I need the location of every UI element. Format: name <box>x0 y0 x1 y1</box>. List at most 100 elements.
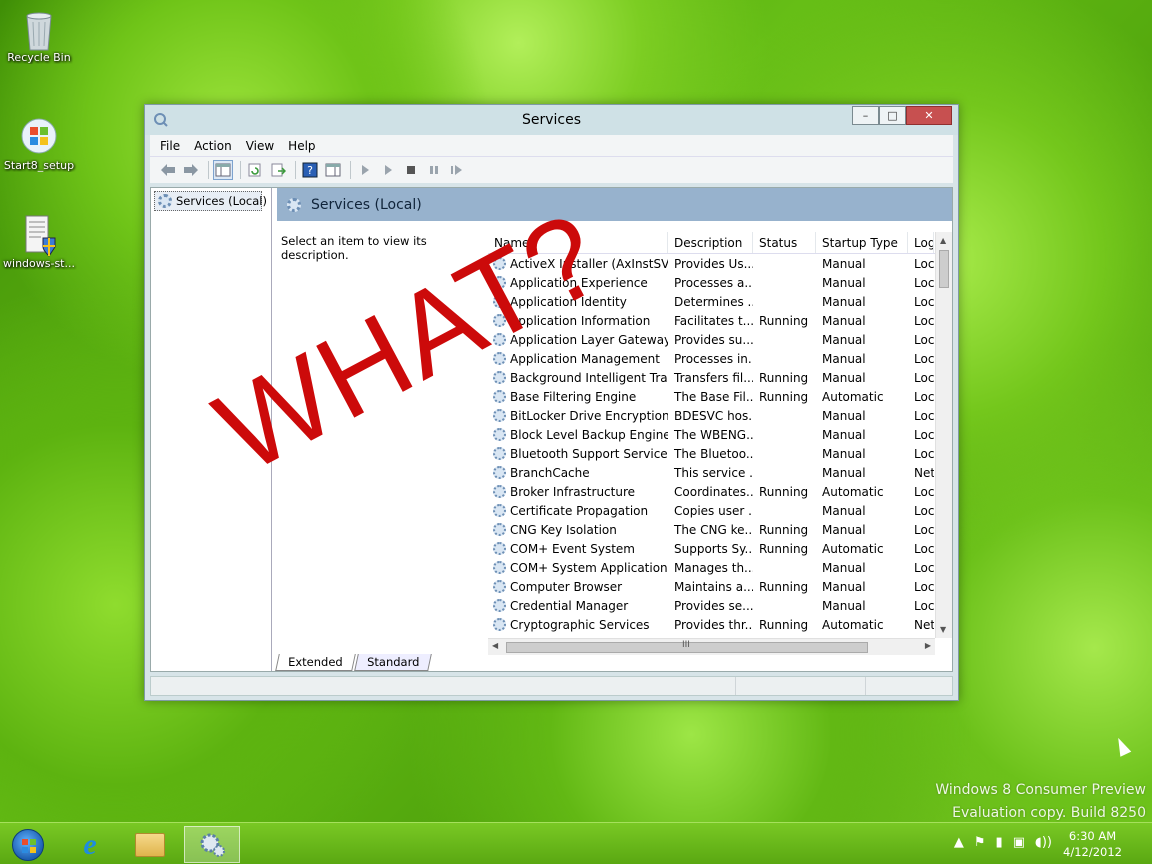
start-service-icon[interactable] <box>355 160 375 180</box>
menu-action[interactable]: Action <box>194 139 232 153</box>
title-bar[interactable]: Services – □ ✕ <box>145 105 958 135</box>
desktop-icon-recycle-bin[interactable]: Recycle Bin <box>1 8 77 64</box>
pause-service-icon[interactable] <box>424 160 444 180</box>
table-row[interactable]: Credential Manager Provides se... Manual Lo… <box>488 596 952 615</box>
stop-service-icon[interactable] <box>401 160 421 180</box>
menu-file[interactable]: File <box>160 139 180 153</box>
column-header-status[interactable]: Status <box>753 232 816 253</box>
table-row[interactable]: Application Identity Determines ... Manual… <box>488 292 952 311</box>
column-label: Name <box>494 235 530 250</box>
tree-item-services-local[interactable]: Services (Local) <box>154 191 267 211</box>
service-gear-icon <box>493 276 506 289</box>
export-list-icon[interactable] <box>268 160 288 180</box>
column-header-startup-type[interactable]: Startup Type <box>816 232 908 253</box>
service-gear-icon <box>493 599 506 612</box>
refresh-icon[interactable] <box>245 160 265 180</box>
close-button[interactable]: ✕ <box>906 106 952 125</box>
start-button[interactable] <box>0 826 56 863</box>
vertical-scrollbar[interactable]: ▲ ▼ <box>935 232 952 638</box>
cell-name-text: COM+ Event System <box>510 541 635 556</box>
table-row[interactable]: Block Level Backup Engine ... The WBENG..… <box>488 425 952 444</box>
status-segment <box>151 677 737 695</box>
cell-startup-type-text: Automatic <box>822 484 884 499</box>
table-row[interactable]: Application Management Processes in... Man… <box>488 349 952 368</box>
scroll-down-icon[interactable]: ▼ <box>940 625 946 634</box>
clock[interactable]: 6:30 AM 4/12/2012 <box>1063 828 1122 860</box>
table-row[interactable]: Application Layer Gateway ... Provides su… <box>488 330 952 349</box>
cell-name-text: CNG Key Isolation <box>510 522 617 537</box>
cell-description: Supports Sy... <box>668 539 753 558</box>
cell-description: Maintains a... <box>668 577 753 596</box>
table-row[interactable]: BranchCache This service ... Manual Net <box>488 463 952 482</box>
table-row[interactable]: Base Filtering Engine The Base Fil... Runn… <box>488 387 952 406</box>
table-row[interactable]: ActiveX Installer (AxInstSV) Provides Us.… <box>488 254 952 273</box>
table-row[interactable]: CNG Key Isolation The CNG ke... Running Man… <box>488 520 952 539</box>
sort-ascending-icon: ▲ <box>570 232 577 238</box>
cell-name: Broker Infrastructure <box>488 482 668 501</box>
cell-log-on-as: Loc <box>908 387 934 406</box>
cell-description: Processes in... <box>668 349 753 368</box>
power-icon[interactable]: ▮ <box>996 835 1003 850</box>
horizontal-scrollbar[interactable]: ◀ III ▶ <box>488 638 935 655</box>
network-icon[interactable]: ▣ <box>1013 835 1025 850</box>
table-row[interactable]: BitLocker Drive Encryption ... BDESVC hos… <box>488 406 952 425</box>
cell-name: Application Management <box>488 349 668 368</box>
cell-description-text: Provides Us... <box>674 256 753 271</box>
tab-standard[interactable]: Standard <box>353 654 432 671</box>
start-service-alt-icon[interactable] <box>378 160 398 180</box>
table-row[interactable]: Computer Browser Maintains a... Running Man… <box>488 577 952 596</box>
table-row[interactable]: Certificate Propagation Copies user ... Ma… <box>488 501 952 520</box>
table-row[interactable]: Broker Infrastructure Coordinates... Runni… <box>488 482 952 501</box>
scroll-thumb[interactable]: III <box>506 640 868 653</box>
back-arrow-icon[interactable] <box>158 160 178 180</box>
show-console-tree-icon[interactable] <box>213 160 233 180</box>
table-row[interactable]: COM+ Event System Supports Sy... Running Au… <box>488 539 952 558</box>
menu-view[interactable]: View <box>246 139 274 153</box>
scroll-right-icon[interactable]: ▶ <box>925 641 931 650</box>
cell-description: Coordinates... <box>668 482 753 501</box>
scroll-left-icon[interactable]: ◀ <box>492 641 498 650</box>
cell-log-on-as-text: Loc <box>914 503 934 518</box>
taskbar-internet-explorer[interactable]: e <box>62 826 118 863</box>
scroll-up-icon[interactable]: ▲ <box>940 236 946 245</box>
table-row[interactable]: Bluetooth Support Service The Bluetoo... M… <box>488 444 952 463</box>
table-row[interactable]: Background Intelligent Tran... Transfers … <box>488 368 952 387</box>
maximize-button[interactable]: □ <box>879 106 906 125</box>
taskbar-services[interactable] <box>184 826 240 863</box>
forward-arrow-icon[interactable] <box>181 160 201 180</box>
desktop-icon-windows-st[interactable]: windows-st... <box>1 214 77 270</box>
service-gear-icon <box>493 447 506 460</box>
pane-header: Services (Local) <box>277 188 952 221</box>
folder-icon <box>135 832 165 857</box>
show-hidden-icons-icon[interactable]: ▲ <box>954 835 964 850</box>
taskbar-file-explorer[interactable] <box>122 826 178 863</box>
menu-help[interactable]: Help <box>288 139 315 153</box>
tab-extended[interactable]: Extended <box>275 654 356 671</box>
column-header-description[interactable]: Description <box>668 232 753 253</box>
cell-startup-type: Manual <box>816 520 908 539</box>
toolbar: ? <box>150 157 953 183</box>
table-row[interactable]: Application Information Facilitates t... R… <box>488 311 952 330</box>
restart-service-icon[interactable] <box>447 160 467 180</box>
minimize-button[interactable]: – <box>852 106 879 125</box>
console-tree: Services (Local) <box>151 188 272 671</box>
help-icon[interactable]: ? <box>300 160 320 180</box>
properties-pane-icon[interactable] <box>323 160 343 180</box>
cell-status: Running <box>753 577 816 596</box>
cell-status: Running <box>753 615 816 634</box>
scroll-thumb[interactable] <box>939 250 949 288</box>
column-header-name[interactable]: ▲ Name <box>488 232 668 253</box>
cell-startup-type: Manual <box>816 330 908 349</box>
column-header-log-on-as[interactable]: Log <box>908 232 934 253</box>
service-gear-icon <box>493 390 506 403</box>
table-row[interactable]: Cryptographic Services Provides thr... Run… <box>488 615 952 634</box>
cell-name-text: Base Filtering Engine <box>510 389 637 404</box>
cell-description-text: Processes in... <box>674 351 753 366</box>
table-row[interactable]: Application Experience Processes a... Manu… <box>488 273 952 292</box>
tab-label: Extended <box>288 655 343 669</box>
cell-description: Determines ... <box>668 292 753 311</box>
action-center-flag-icon[interactable]: ⚑ <box>974 835 986 850</box>
desktop-icon-start8-setup[interactable]: Start8_setup <box>1 116 77 172</box>
table-row[interactable]: COM+ System Application Manages th... Manu… <box>488 558 952 577</box>
volume-icon[interactable]: ◖)) <box>1035 835 1052 850</box>
